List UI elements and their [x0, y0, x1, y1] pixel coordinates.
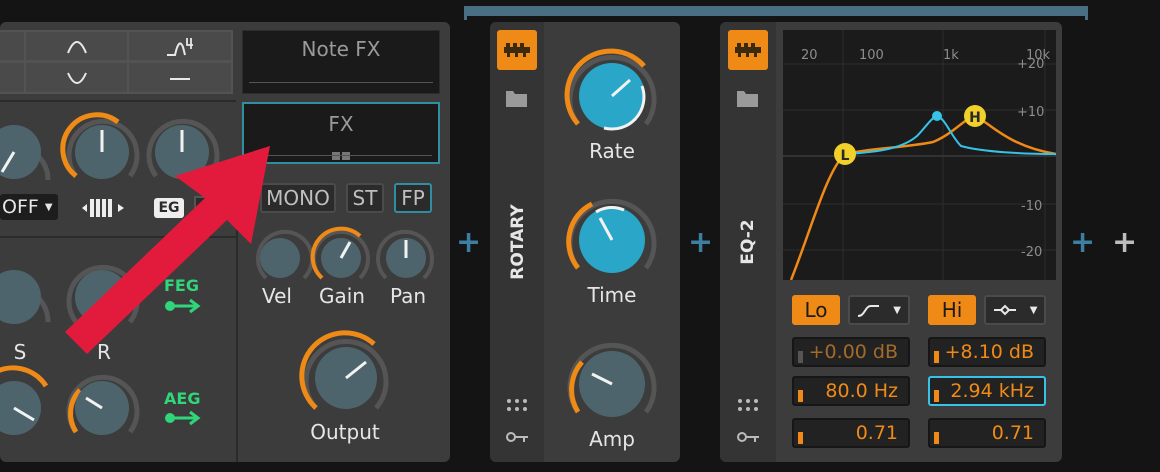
knob-gain[interactable] [310, 226, 370, 280]
note-fx-label: Note FX [301, 37, 381, 61]
add-device-plus-icon[interactable]: + [456, 228, 481, 258]
hi-gain-field[interactable]: +8.10 dB [928, 337, 1046, 367]
aeg-label: AEG [164, 389, 201, 408]
hi-filter-type-select[interactable]: ▼ [984, 295, 1046, 325]
notch-icon [66, 72, 87, 84]
knob-output[interactable] [296, 330, 396, 420]
note-fx-slot[interactable]: Note FX [242, 30, 440, 94]
add-device-plus-icon[interactable]: + [688, 228, 713, 258]
svg-text:H: H [969, 110, 981, 126]
eq2-grid-icon[interactable] [737, 398, 759, 414]
fx-label: FX [328, 112, 354, 136]
eq2-routing-icon[interactable] [737, 430, 761, 444]
filter-type-grid [0, 30, 233, 94]
st-button[interactable]: ST [346, 183, 384, 213]
chevron-down-icon: ▼ [1029, 304, 1038, 316]
flat-line-icon [170, 77, 190, 80]
filter-cell-notch[interactable] [26, 63, 127, 92]
chevron-down-icon: ▼ [44, 201, 53, 213]
knob-time[interactable] [566, 198, 657, 273]
mode-select[interactable]: OFF ▼ [0, 194, 58, 220]
rotary-title: ROTARY [508, 204, 528, 280]
knob-rate[interactable] [564, 48, 657, 131]
lo-gain-field[interactable]: +0.00 dB [792, 337, 910, 367]
annotation-arrow [65, 146, 270, 354]
db-label: -20 [1021, 245, 1042, 260]
db-label: +20 [1017, 57, 1044, 72]
knob-rate-label: Rate [589, 139, 635, 163]
filter-cell-flat[interactable] [129, 63, 231, 92]
knob-amp-label: Amp [589, 427, 635, 451]
low-shelf-icon [857, 305, 880, 317]
svg-text:L: L [841, 148, 850, 164]
eq2-keyboard-icon[interactable] [728, 30, 768, 70]
freq-label: 20 [801, 48, 818, 63]
rotary-folder-icon[interactable] [505, 88, 529, 108]
filter-cell-bandpass[interactable] [26, 32, 127, 60]
knob-time-label: Time [587, 283, 637, 307]
db-label: -10 [1021, 199, 1042, 214]
add-device-plus-icon[interactable]: + [1070, 228, 1095, 258]
lo-filter-type-select[interactable]: ▼ [848, 295, 910, 325]
add-device-end-plus-icon[interactable]: + [1112, 228, 1137, 258]
aeg-routing-icon[interactable] [164, 408, 204, 428]
rotary-grid-icon[interactable] [506, 398, 528, 414]
knob-amp[interactable] [567, 342, 657, 417]
rotary-knobs [564, 48, 657, 417]
lo-q-field[interactable]: 0.71 [792, 418, 910, 448]
eq2-folder-icon[interactable] [736, 88, 760, 108]
eq2-title: EQ-2 [738, 219, 758, 265]
hi-q-field[interactable]: 0.71 [928, 418, 1046, 448]
rotary-keyboard-icon[interactable] [497, 30, 537, 70]
chevron-down-icon: ▼ [893, 304, 901, 316]
lo-band-button[interactable]: Lo [792, 295, 840, 325]
hi-band-button[interactable]: Hi [928, 295, 976, 325]
freq-label: 100 [859, 48, 884, 63]
eq-response-graph[interactable]: 20 100 1k 10k +20 +10 -10 -20 L H [783, 30, 1056, 280]
header-bar [464, 6, 1088, 20]
knob-s-label: S [13, 340, 27, 364]
fx-chain-icon [332, 152, 340, 160]
db-label: +10 [1017, 105, 1044, 120]
knob-pan-label: Pan [389, 284, 427, 308]
eq-node-low[interactable]: L [834, 143, 856, 165]
knob-filter-1[interactable] [0, 125, 51, 181]
knob-aeg-1[interactable] [0, 365, 49, 435]
knob-s[interactable] [0, 270, 51, 324]
bandpass-icon [66, 41, 87, 54]
mode-select-value: OFF [2, 196, 39, 218]
lo-freq-field[interactable]: 80.0 Hz [792, 376, 910, 406]
knob-aeg-2[interactable] [66, 374, 140, 435]
freq-label: 1k [943, 48, 959, 63]
knob-output-label: Output [310, 420, 380, 444]
peak-filter-icon [993, 304, 1016, 316]
fp-button[interactable]: FP [394, 183, 432, 213]
knob-gain-label: Gain [319, 284, 365, 308]
filter-cell-a[interactable] [0, 32, 24, 60]
eq-node-high[interactable]: H [964, 105, 986, 127]
rotary-routing-icon[interactable] [506, 430, 530, 444]
hi-freq-field[interactable]: 2.94 kHz [928, 376, 1046, 406]
knob-pan[interactable] [376, 229, 434, 280]
resonant-peak-icon [167, 38, 193, 56]
filter-cell-b[interactable] [0, 63, 24, 92]
filter-cell-resonant[interactable] [129, 32, 231, 60]
